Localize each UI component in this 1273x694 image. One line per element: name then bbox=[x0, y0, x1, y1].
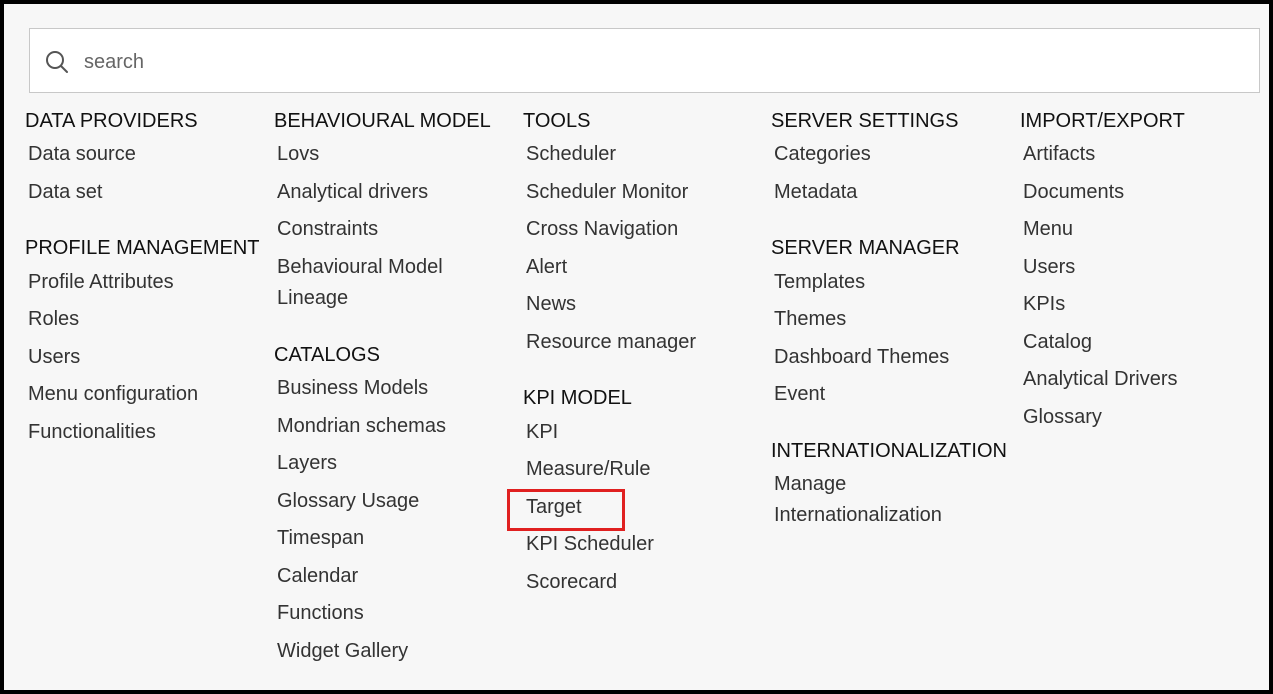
menu-item-data-set[interactable]: Data set bbox=[28, 177, 102, 208]
menu-item-catalog[interactable]: Catalog bbox=[1023, 327, 1092, 358]
menu-item-analytical-drivers[interactable]: Analytical drivers bbox=[277, 177, 428, 208]
menu-item-artifacts[interactable]: Artifacts bbox=[1023, 139, 1095, 170]
menu-item-kpi-scheduler[interactable]: KPI Scheduler bbox=[526, 529, 654, 560]
menu-item-documents[interactable]: Documents bbox=[1023, 177, 1124, 208]
menu-item-profile-attributes[interactable]: Profile Attributes bbox=[28, 267, 174, 298]
menu-item-glossary[interactable]: Glossary bbox=[1023, 402, 1102, 433]
menu-item-themes[interactable]: Themes bbox=[774, 304, 846, 335]
menu-item-users-export[interactable]: Users bbox=[1023, 252, 1075, 283]
menu-item-users[interactable]: Users bbox=[28, 342, 80, 373]
menu-item-analytical-drivers-export[interactable]: Analytical Drivers bbox=[1023, 364, 1177, 395]
section-heading-tools: TOOLS bbox=[523, 110, 591, 132]
menu-item-kpi[interactable]: KPI bbox=[526, 417, 558, 448]
menu-item-constraints[interactable]: Constraints bbox=[277, 214, 378, 245]
menu-item-templates[interactable]: Templates bbox=[774, 267, 865, 298]
menu-item-menu[interactable]: Menu bbox=[1023, 214, 1073, 245]
menu-item-lovs[interactable]: Lovs bbox=[277, 139, 319, 170]
search-icon bbox=[46, 51, 68, 73]
section-heading-internationalization: INTERNATIONALIZATION bbox=[771, 440, 1007, 462]
menu-item-dashboard-themes[interactable]: Dashboard Themes bbox=[774, 342, 949, 373]
menu-item-scheduler-monitor[interactable]: Scheduler Monitor bbox=[526, 177, 688, 208]
section-heading-import-export: IMPORT/EXPORT bbox=[1020, 110, 1185, 132]
section-heading-catalogs: CATALOGS bbox=[274, 344, 380, 366]
menu-item-menu-configuration[interactable]: Menu configuration bbox=[28, 379, 198, 410]
menu-item-behavioural-model-lineage[interactable]: Behavioural Model Lineage bbox=[277, 252, 467, 314]
menu-item-alert[interactable]: Alert bbox=[526, 252, 567, 283]
section-heading-profile-management: PROFILE MANAGEMENT bbox=[25, 237, 260, 259]
menu-item-business-models[interactable]: Business Models bbox=[277, 373, 428, 404]
section-heading-server-settings: SERVER SETTINGS bbox=[771, 110, 959, 132]
menu-item-kpis[interactable]: KPIs bbox=[1023, 289, 1065, 320]
menu-item-scorecard[interactable]: Scorecard bbox=[526, 567, 617, 598]
section-heading-behavioural-model: BEHAVIOURAL MODEL bbox=[274, 110, 491, 132]
menu-item-cross-navigation[interactable]: Cross Navigation bbox=[526, 214, 678, 245]
menu-item-news[interactable]: News bbox=[526, 289, 576, 320]
menu-item-event[interactable]: Event bbox=[774, 379, 825, 410]
menu-item-categories[interactable]: Categories bbox=[774, 139, 871, 170]
menu-item-timespan[interactable]: Timespan bbox=[277, 523, 364, 554]
target-highlight-box bbox=[507, 489, 625, 531]
menu-item-metadata[interactable]: Metadata bbox=[774, 177, 857, 208]
menu-item-functions[interactable]: Functions bbox=[277, 598, 364, 629]
search-box[interactable] bbox=[29, 28, 1260, 93]
menu-item-mondrian-schemas[interactable]: Mondrian schemas bbox=[277, 411, 446, 442]
section-heading-kpi-model: KPI MODEL bbox=[523, 387, 632, 409]
menu-item-calendar[interactable]: Calendar bbox=[277, 561, 358, 592]
menu-item-data-source[interactable]: Data source bbox=[28, 139, 136, 170]
section-heading-server-manager: SERVER MANAGER bbox=[771, 237, 960, 259]
menu-item-measure-rule[interactable]: Measure/Rule bbox=[526, 454, 651, 485]
menu-item-roles[interactable]: Roles bbox=[28, 304, 79, 335]
menu-item-scheduler[interactable]: Scheduler bbox=[526, 139, 616, 170]
section-heading-data-providers: DATA PROVIDERS bbox=[25, 110, 198, 132]
menu-item-layers[interactable]: Layers bbox=[277, 448, 337, 479]
menu-item-widget-gallery[interactable]: Widget Gallery bbox=[277, 636, 408, 667]
menu-item-resource-manager[interactable]: Resource manager bbox=[526, 327, 696, 358]
menu-item-glossary-usage[interactable]: Glossary Usage bbox=[277, 486, 419, 517]
menu-item-functionalities[interactable]: Functionalities bbox=[28, 417, 156, 448]
search-input[interactable] bbox=[82, 43, 1246, 81]
menu-item-manage-internationalization[interactable]: Manage Internationalization bbox=[774, 469, 974, 531]
